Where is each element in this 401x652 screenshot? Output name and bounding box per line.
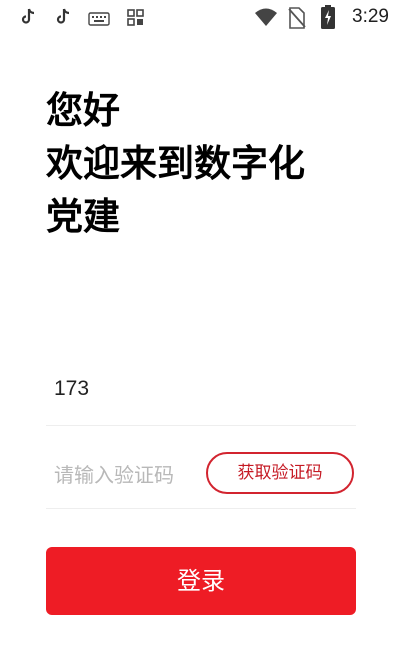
tiktok-icon	[20, 8, 36, 30]
apps-icon	[127, 9, 144, 30]
verification-code-input[interactable]	[54, 458, 204, 492]
code-field-row: 获取验证码	[46, 440, 356, 509]
tiktok-icon	[55, 8, 71, 30]
phone-field[interactable]: 173	[46, 360, 356, 426]
status-bar: 3:29	[0, 0, 401, 36]
battery-charging-icon	[321, 5, 335, 33]
no-sim-icon	[288, 7, 306, 33]
greeting-line-1: 您好	[46, 89, 120, 132]
get-code-button[interactable]: 获取验证码	[206, 452, 354, 494]
status-time: 3:29	[352, 6, 389, 27]
page-title: 您好 欢迎来到数字化 党建	[46, 84, 376, 243]
login-button[interactable]: 登录	[46, 547, 356, 615]
greeting-line-3: 党建	[46, 195, 120, 238]
wifi-icon	[254, 7, 278, 31]
phone-input[interactable]: 173	[54, 377, 89, 401]
keyboard-icon	[88, 11, 110, 30]
greeting-line-2: 欢迎来到数字化	[46, 142, 305, 185]
